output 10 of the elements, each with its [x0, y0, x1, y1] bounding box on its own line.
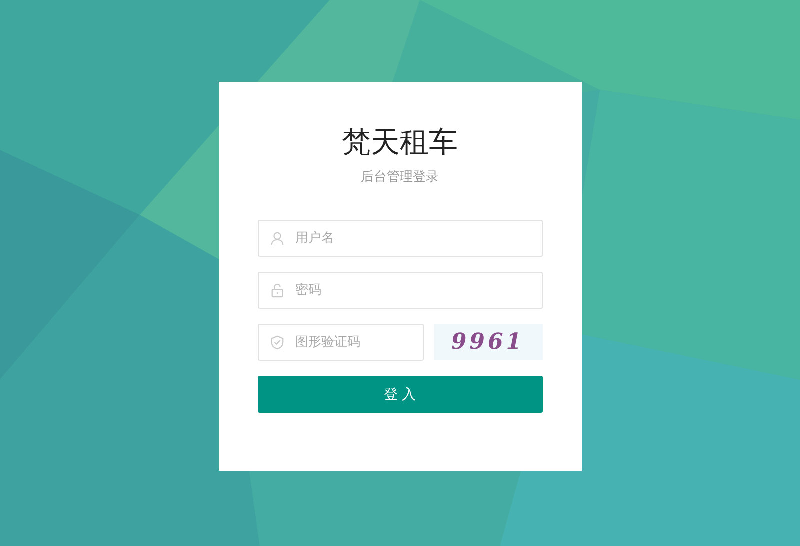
captcha-image[interactable]: 9961 — [434, 324, 542, 360]
app-title: 梵天租车 — [342, 124, 458, 161]
lock-icon — [270, 283, 284, 298]
shield-icon — [270, 335, 284, 350]
username-field[interactable]: 用户名 — [258, 220, 542, 257]
user-icon — [270, 231, 284, 246]
password-field[interactable]: 密码 — [258, 272, 542, 309]
captcha-field[interactable]: 图形验证码 — [258, 324, 424, 361]
login-subtitle: 后台管理登录 — [361, 170, 439, 186]
login-button[interactable]: 登 入 — [258, 376, 542, 413]
